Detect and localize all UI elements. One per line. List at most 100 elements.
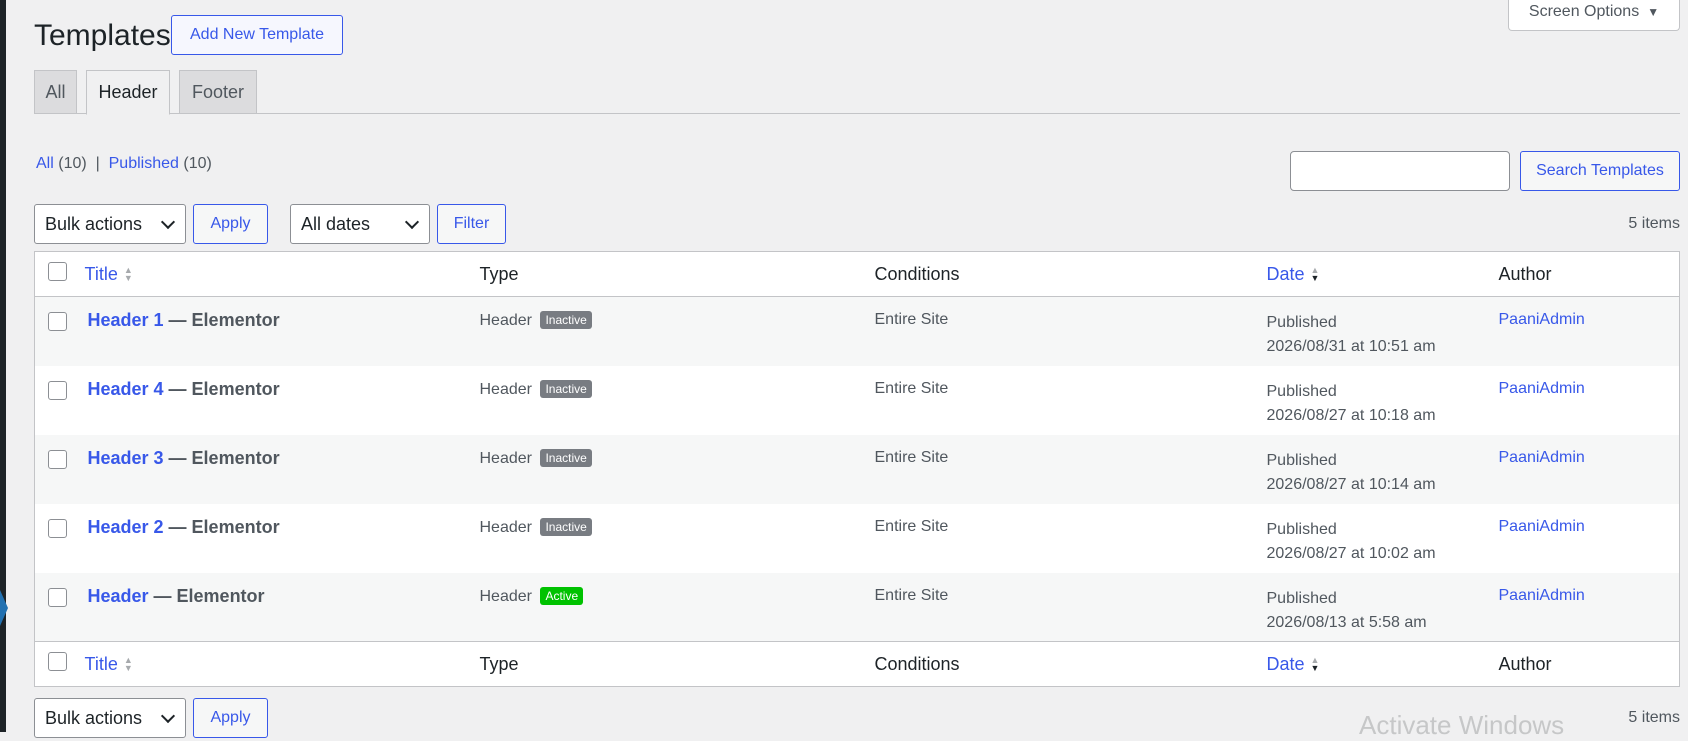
row-select-cell (35, 573, 85, 642)
add-new-template-button[interactable]: Add New Template (171, 15, 343, 55)
view-all-link[interactable]: All (36, 155, 54, 172)
bulk-actions-select-bottom[interactable]: Bulk actions (34, 698, 186, 738)
dropdown-triangle-icon: ▼ (1647, 5, 1660, 19)
column-date-label: Date (1266, 263, 1305, 284)
row-type: Header (479, 312, 532, 329)
row-date-status: Published (1266, 520, 1337, 538)
row-select-cell (35, 504, 85, 573)
row-title-cell: Header 2 — Elementor (85, 504, 480, 573)
screen-options-button[interactable]: Screen Options ▼ (1508, 0, 1680, 31)
row-title-cell: Header — Elementor (85, 573, 480, 642)
column-type-footer: Type (479, 653, 519, 674)
row-date: 2026/08/27 at 10:18 am (1266, 406, 1436, 424)
row-author-link[interactable]: PaaniAdmin (1499, 587, 1585, 604)
row-author-link[interactable]: PaaniAdmin (1499, 449, 1585, 466)
column-author-footer: Author (1498, 653, 1552, 674)
templates-page: Templates Add New Template Screen Option… (34, 0, 1680, 740)
row-checkbox[interactable] (48, 449, 67, 469)
row-date-status: Published (1266, 451, 1337, 469)
column-date-footer: Date ▲ ▼ (1267, 642, 1499, 687)
dates-filter-value: All dates (301, 213, 371, 234)
sidebar-collapse-indicator (0, 590, 8, 626)
tab-all[interactable]: All (34, 70, 77, 114)
row-date: 2026/08/13 at 5:58 am (1266, 613, 1427, 631)
view-published-link[interactable]: Published (109, 155, 179, 172)
row-conditions: Entire Site (874, 379, 949, 397)
chevron-down-icon (404, 214, 420, 230)
row-conditions: Entire Site (874, 448, 949, 466)
row-type-cell: Header Inactive (480, 435, 875, 504)
row-author-link[interactable]: PaaniAdmin (1499, 380, 1585, 397)
row-author-cell: PaaniAdmin (1499, 366, 1680, 435)
row-title-link[interactable]: Header (88, 586, 149, 606)
row-type-cell: Header Inactive (480, 366, 875, 435)
view-separator: | (95, 155, 100, 172)
row-date-cell: Published 2026/08/27 at 10:18 am (1267, 366, 1499, 435)
status-badge: Inactive (540, 448, 592, 467)
items-count-top: 5 items (1628, 215, 1680, 232)
status-badge: Inactive (540, 517, 592, 536)
search-templates-button[interactable]: Search Templates (1520, 151, 1680, 191)
row-checkbox[interactable] (48, 380, 67, 400)
row-type: Header (479, 587, 532, 605)
status-filter-links: All (10) | Published (10) (36, 155, 212, 173)
templates-table: Title ▲ ▼ Type Conditions Date ▲ ▼ Author … (34, 251, 1680, 687)
sort-by-title-link[interactable]: Title ▲ ▼ (85, 264, 133, 285)
row-title-cell: Header 1 — Elementor (85, 297, 480, 366)
row-title-suffix: — Elementor (163, 310, 280, 330)
apply-button-bottom[interactable]: Apply (193, 698, 268, 738)
sort-by-date-link-footer[interactable]: Date ▲ ▼ (1267, 654, 1320, 675)
table-row: Header 4 — Elementor Header Inactive Ent… (35, 366, 1680, 435)
column-title-label: Title (84, 653, 118, 674)
row-conditions: Entire Site (874, 586, 949, 604)
row-type-cell: Header Active (480, 573, 875, 642)
row-type-cell: Header Inactive (480, 297, 875, 366)
page-title: Templates (34, 19, 171, 52)
apply-button-top[interactable]: Apply (193, 204, 268, 244)
column-author: Author (1498, 263, 1552, 284)
row-author-cell: PaaniAdmin (1499, 573, 1680, 642)
select-all-cell (35, 252, 85, 297)
chevron-down-icon (160, 708, 176, 724)
screen-options-label: Screen Options (1528, 3, 1640, 20)
row-checkbox[interactable] (48, 518, 67, 538)
row-select-cell (35, 366, 85, 435)
filter-button[interactable]: Filter (437, 204, 506, 244)
row-checkbox[interactable] (48, 312, 67, 331)
tab-footer[interactable]: Footer (179, 70, 257, 114)
row-author-cell: PaaniAdmin (1499, 297, 1680, 366)
row-title-suffix: — Elementor (163, 378, 280, 399)
table-body: Header 1 — Elementor Header Inactive Ent… (34, 296, 1680, 642)
row-title-link[interactable]: Header 4 (88, 379, 164, 399)
select-all-cell (35, 642, 85, 687)
row-title-link[interactable]: Header 2 (88, 517, 164, 537)
table-row: Header — Elementor Header Active Entire … (34, 572, 1680, 642)
row-author-link[interactable]: PaaniAdmin (1499, 518, 1585, 535)
row-author-cell: PaaniAdmin (1499, 435, 1680, 504)
chevron-down-icon (160, 214, 176, 230)
row-date: 2026/08/27 at 10:14 am (1266, 475, 1436, 493)
tab-header[interactable]: Header (86, 70, 170, 115)
search-input[interactable] (1290, 151, 1510, 191)
select-all-checkbox[interactable] (48, 262, 67, 281)
view-published-count: (10) (183, 155, 212, 172)
row-type: Header (479, 518, 532, 536)
row-date-cell: Published 2026/08/27 at 10:14 am (1267, 435, 1499, 504)
row-title-link[interactable]: Header 3 (88, 448, 164, 468)
column-type: Type (479, 263, 519, 284)
row-title-link[interactable]: Header 1 (88, 310, 164, 330)
column-title-footer: Title ▲ ▼ (85, 642, 480, 687)
sort-arrows-icon: ▲ ▼ (1310, 265, 1320, 283)
bulk-actions-select-top[interactable]: Bulk actions (34, 204, 186, 244)
row-author-link[interactable]: PaaniAdmin (1499, 311, 1585, 328)
sort-by-title-link-footer[interactable]: Title ▲ ▼ (85, 654, 133, 675)
dates-filter-select[interactable]: All dates (290, 204, 430, 244)
row-type: Header (479, 449, 532, 467)
table-header-row: Title ▲ ▼ Type Conditions Date ▲ ▼ Author (34, 252, 1680, 297)
row-select-cell (35, 435, 85, 504)
table-footer-row: Title ▲ ▼ Type Conditions Date ▲ ▼ Author (34, 641, 1680, 687)
row-title-suffix: — Elementor (163, 447, 280, 468)
select-all-checkbox-bottom[interactable] (48, 652, 67, 671)
sort-by-date-link[interactable]: Date ▲ ▼ (1267, 264, 1320, 285)
row-checkbox[interactable] (48, 587, 67, 607)
